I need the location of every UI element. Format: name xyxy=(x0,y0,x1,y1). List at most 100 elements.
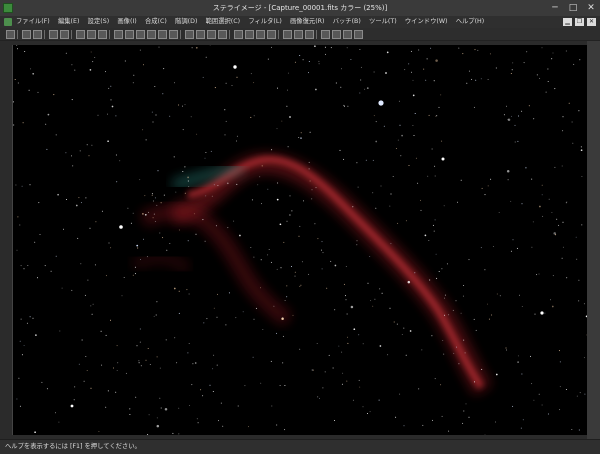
menu-filter[interactable]: フィルタ(L) xyxy=(248,16,281,28)
star xyxy=(119,160,121,162)
sharpen-icon[interactable] xyxy=(169,30,178,39)
star xyxy=(133,74,135,76)
star xyxy=(178,290,180,292)
star xyxy=(539,205,541,208)
child-close-button[interactable]: ✕ xyxy=(587,18,596,26)
close-button[interactable]: ✕ xyxy=(582,0,600,16)
zoom-in-icon[interactable] xyxy=(283,30,292,39)
histogram-icon[interactable] xyxy=(49,30,58,39)
child-minimize-button[interactable]: ▁ xyxy=(563,18,572,26)
star xyxy=(78,363,80,365)
star xyxy=(400,155,402,157)
star xyxy=(117,362,119,364)
menu-restore[interactable]: 画像復元(R) xyxy=(290,16,324,28)
star xyxy=(115,391,117,393)
minimize-button[interactable]: ─ xyxy=(546,0,564,16)
star xyxy=(375,207,377,209)
noise-icon[interactable] xyxy=(158,30,167,39)
star xyxy=(338,345,340,347)
image-view[interactable] xyxy=(12,45,587,435)
save-icon[interactable] xyxy=(22,30,31,39)
fit-icon[interactable] xyxy=(305,30,314,39)
star xyxy=(86,144,88,146)
menu-selection[interactable]: 範囲選択(C) xyxy=(206,16,241,28)
ruler-icon[interactable] xyxy=(321,30,330,39)
star xyxy=(517,355,519,357)
star xyxy=(507,179,509,181)
star xyxy=(250,247,252,248)
star xyxy=(178,312,180,314)
levels-icon[interactable] xyxy=(114,30,123,39)
star xyxy=(434,165,436,167)
star xyxy=(108,87,110,89)
curves-icon[interactable] xyxy=(125,30,134,39)
star xyxy=(89,69,92,71)
stretch-icon[interactable] xyxy=(136,30,145,39)
fullscreen-icon[interactable] xyxy=(354,30,363,39)
composite-icon[interactable] xyxy=(76,30,85,39)
star xyxy=(24,51,26,52)
globe-icon[interactable] xyxy=(267,30,276,39)
menu-edit[interactable]: 編集(E) xyxy=(58,16,80,28)
star xyxy=(205,152,207,153)
menu-settings[interactable]: 設定(S) xyxy=(88,16,110,28)
print-icon[interactable] xyxy=(33,30,42,39)
star xyxy=(353,328,356,331)
select-icon[interactable] xyxy=(185,30,194,39)
maximize-button[interactable]: □ xyxy=(564,0,582,16)
star xyxy=(225,82,227,84)
star xyxy=(38,202,40,204)
menu-tools[interactable]: ツール(T) xyxy=(369,16,397,28)
star xyxy=(481,187,483,189)
star xyxy=(115,115,117,117)
star xyxy=(200,389,202,391)
star xyxy=(212,368,214,370)
grid-icon[interactable] xyxy=(196,30,205,39)
menu-window[interactable]: ウインドウ(W) xyxy=(405,16,448,28)
align-icon[interactable] xyxy=(87,30,96,39)
star xyxy=(237,405,239,407)
layers-icon[interactable] xyxy=(245,30,254,39)
star xyxy=(559,409,561,411)
star xyxy=(578,429,580,431)
star xyxy=(456,346,457,348)
star xyxy=(176,362,178,364)
window-icon[interactable] xyxy=(234,30,243,39)
stars-icon[interactable] xyxy=(207,30,216,39)
star xyxy=(147,348,149,349)
star xyxy=(80,202,82,204)
gamma-icon[interactable] xyxy=(147,30,156,39)
menu-compose[interactable]: 合成(C) xyxy=(145,16,167,28)
star xyxy=(283,241,285,243)
crop-icon[interactable] xyxy=(343,30,352,39)
menu-help[interactable]: ヘルプ(H) xyxy=(456,16,485,28)
star xyxy=(360,79,362,81)
star xyxy=(18,377,20,379)
star xyxy=(261,203,262,205)
target-icon[interactable] xyxy=(218,30,227,39)
menu-levels[interactable]: 階調(D) xyxy=(175,16,197,28)
open-icon[interactable] xyxy=(6,30,15,39)
star xyxy=(554,88,556,90)
star xyxy=(519,294,520,296)
menu-batch[interactable]: バッチ(B) xyxy=(333,16,361,28)
star xyxy=(410,50,412,52)
color-icon[interactable] xyxy=(98,30,107,39)
vertical-scrollbar[interactable] xyxy=(587,41,600,439)
menu-image[interactable]: 画像(I) xyxy=(117,16,136,28)
star xyxy=(412,79,414,81)
zoom-out-icon[interactable] xyxy=(294,30,303,39)
child-restore-button[interactable]: ❐ xyxy=(575,18,584,26)
document-icon[interactable] xyxy=(4,18,12,26)
star xyxy=(289,214,291,216)
star xyxy=(47,113,50,116)
star xyxy=(217,293,218,295)
star xyxy=(271,46,272,48)
menu-file[interactable]: ファイル(F) xyxy=(16,16,50,28)
crosshair-icon[interactable] xyxy=(332,30,341,39)
star xyxy=(393,321,395,323)
star xyxy=(85,197,87,199)
split-icon[interactable] xyxy=(256,30,265,39)
info-icon[interactable] xyxy=(60,30,69,39)
star xyxy=(21,185,23,187)
